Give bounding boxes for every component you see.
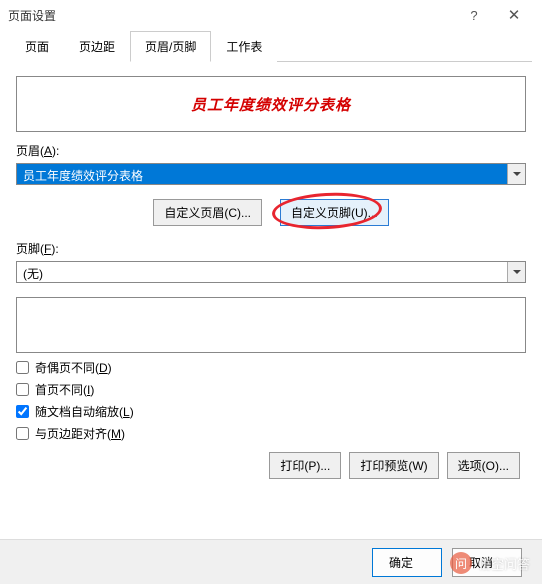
footer-dropdown-value: (无)	[17, 262, 507, 282]
check-odd-even-box[interactable]	[16, 361, 29, 374]
header-preview-text: 员工年度绩效评分表格	[191, 94, 351, 115]
check-scale-with-doc-label: 随文档自动缩放(L)	[35, 403, 134, 420]
check-scale-with-doc[interactable]: 随文档自动缩放(L)	[16, 403, 526, 420]
footer-dropdown[interactable]: (无)	[16, 261, 526, 283]
check-first-page-label: 首页不同(I)	[35, 381, 94, 398]
help-icon[interactable]: ?	[454, 8, 494, 23]
check-odd-even[interactable]: 奇偶页不同(D)	[16, 359, 526, 376]
check-align-margins[interactable]: 与页边距对齐(M)	[16, 425, 526, 442]
tab-sheet[interactable]: 工作表	[211, 31, 277, 62]
chevron-down-icon[interactable]	[507, 164, 525, 184]
check-align-margins-box[interactable]	[16, 427, 29, 440]
options-button[interactable]: 选项(O)...	[447, 452, 520, 479]
footer-label: 页脚(F):	[16, 240, 526, 257]
cancel-button[interactable]: 取消	[452, 548, 522, 577]
chevron-down-icon[interactable]	[507, 262, 525, 282]
print-preview-button[interactable]: 打印预览(W)	[349, 452, 438, 479]
tab-header-footer[interactable]: 页眉/页脚	[130, 31, 211, 62]
check-first-page-box[interactable]	[16, 383, 29, 396]
header-preview-box: 员工年度绩效评分表格	[16, 76, 526, 132]
check-align-margins-label: 与页边距对齐(M)	[35, 425, 125, 442]
dialog-title: 页面设置	[8, 7, 56, 24]
check-first-page[interactable]: 首页不同(I)	[16, 381, 526, 398]
tab-margin[interactable]: 页边距	[64, 31, 130, 62]
header-dropdown-value: 员工年度绩效评分表格	[17, 164, 507, 184]
header-label: 页眉(A):	[16, 142, 526, 159]
check-scale-with-doc-box[interactable]	[16, 405, 29, 418]
custom-footer-button[interactable]: 自定义页脚(U)...	[280, 199, 389, 226]
check-odd-even-label: 奇偶页不同(D)	[35, 359, 112, 376]
footer-preview-box	[16, 297, 526, 353]
custom-header-button[interactable]: 自定义页眉(C)...	[153, 199, 262, 226]
print-button[interactable]: 打印(P)...	[269, 452, 341, 479]
close-icon[interactable]: ✕	[494, 6, 534, 24]
header-dropdown[interactable]: 员工年度绩效评分表格	[16, 163, 526, 185]
tab-page[interactable]: 页面	[10, 31, 64, 62]
ok-button[interactable]: 确定	[372, 548, 442, 577]
